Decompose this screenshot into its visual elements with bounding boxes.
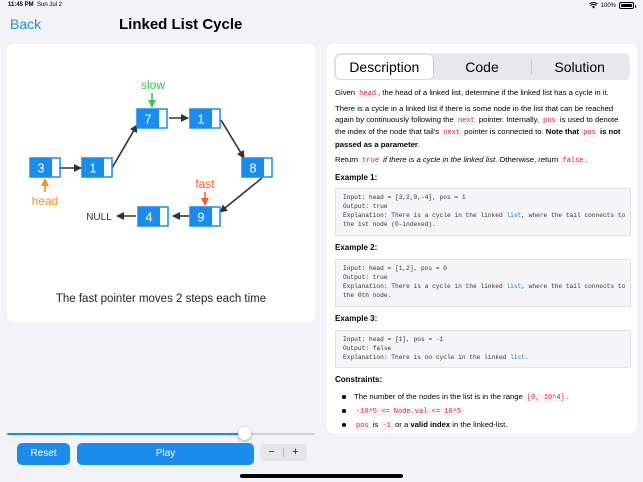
battery-percent: 100% <box>600 2 616 9</box>
speed-stepper: − + <box>260 444 307 461</box>
head-label: head <box>32 194 59 208</box>
page-title: Linked List Cycle <box>119 16 243 33</box>
description-content: Given head, the head of a linked list, d… <box>335 87 631 433</box>
desc-paragraph-3: Return true if there is a cycle in the l… <box>335 154 588 165</box>
example-2-title: Example 2: <box>335 243 378 253</box>
desc-paragraph-2: There is a cycle in a linked list if the… <box>335 104 621 149</box>
problem-panel: Description Code Solution Given head, th… <box>327 44 637 433</box>
node-1: 1 <box>81 157 113 178</box>
slider-thumb[interactable] <box>237 427 251 440</box>
edge-1-to-7 <box>111 124 138 169</box>
desc-paragraph-1: Given head, the head of a linked list, d… <box>335 88 609 98</box>
node-6-value: 4 <box>145 210 152 225</box>
constraints-title: Constraints: <box>335 375 383 385</box>
example-1-block: Input: head = [3,2,0,-4], pos = 1 Output… <box>335 188 631 237</box>
reset-button[interactable]: Reset <box>17 443 70 465</box>
node-5: 9 <box>189 206 221 227</box>
status-right: 100% <box>588 2 636 9</box>
node-4-value: 8 <box>249 161 256 176</box>
example-2-block: Input: head = [1,2], pos = 0 Output: tru… <box>335 259 631 307</box>
node-6: 4 <box>137 206 169 227</box>
node-5-value: 9 <box>197 210 204 225</box>
tab-segmented-control: Description Code Solution <box>334 53 630 80</box>
node-3: 1 <box>189 108 221 129</box>
wifi-icon <box>588 2 598 9</box>
status-time: 11:45 PM <box>8 2 34 8</box>
node-2-value: 7 <box>144 112 151 127</box>
edge-8-to-9 <box>219 177 263 213</box>
node-2: 7 <box>136 108 168 129</box>
slow-label: slow <box>141 78 165 92</box>
progress-slider[interactable] <box>7 427 315 441</box>
constraint-item: pos is -1 or a valid index in the linked… <box>335 419 631 431</box>
fast-label: fast <box>195 177 215 191</box>
back-button[interactable]: Back <box>10 16 41 32</box>
node-3-value: 1 <box>197 112 204 127</box>
home-indicator <box>240 474 403 478</box>
constraint-item: The number of the nodes in the list is i… <box>335 391 631 403</box>
tab-description[interactable]: Description <box>335 54 434 79</box>
node-0: 3 <box>29 157 61 178</box>
decrement-button[interactable]: − <box>260 444 283 461</box>
node-0-value: 3 <box>37 161 44 176</box>
play-button[interactable]: Play <box>77 443 254 465</box>
slider-fill <box>7 433 245 435</box>
linked-list-diagram: 3 1 7 1 8 9 4 NULL slow fast head <box>29 78 273 227</box>
increment-button[interactable]: + <box>284 444 307 461</box>
visualization-panel: 3 1 7 1 8 9 4 NULL slow fast head The fa… <box>7 44 315 322</box>
example-3-title: Example 3: <box>335 313 378 323</box>
battery-icon <box>619 2 636 9</box>
example-3-block: Input: head = [1], pos = -1 Output: fals… <box>335 329 631 369</box>
constraints-list: The number of the nodes in the list is i… <box>335 391 631 431</box>
visualization-caption: The fast pointer moves 2 steps each time <box>55 293 267 305</box>
status-date: Sun Jul 2 <box>37 2 63 8</box>
edge-1-to-8 <box>220 119 245 159</box>
node-4: 8 <box>241 157 273 178</box>
null-label: NULL <box>86 212 112 223</box>
tab-code[interactable]: Code <box>433 55 531 79</box>
node-1-value: 1 <box>89 161 96 176</box>
example-1-title: Example 1: <box>335 172 378 182</box>
status-bar: 11:45 PM Sun Jul 2 100% <box>0 0 643 12</box>
tab-solution[interactable]: Solution <box>530 55 629 79</box>
constraint-item: -10^5 <= Node.val <= 10^5 <box>335 405 631 417</box>
